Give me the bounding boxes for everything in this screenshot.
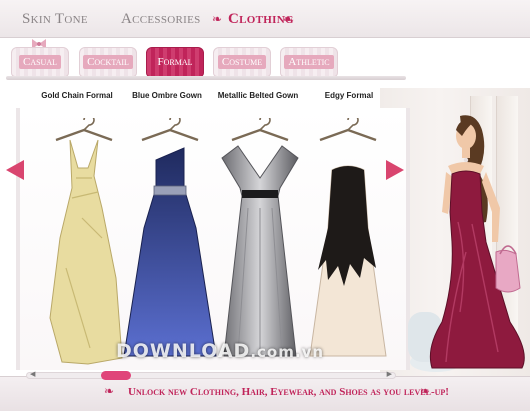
prev-arrow-icon[interactable]	[6, 160, 24, 180]
watermark-suffix: .com.vn	[250, 343, 325, 361]
watermark-text: DOWNLOAD	[116, 340, 251, 362]
dress-blue-ombre-gown[interactable]	[118, 118, 222, 368]
category-athletic-button[interactable]: Athletic	[280, 47, 338, 77]
flourish-left-icon: ❧	[212, 12, 223, 26]
dress-gold-chain-formal[interactable]	[42, 118, 126, 368]
tab-accessories[interactable]: Accessories	[121, 11, 201, 28]
shelf	[6, 76, 406, 80]
category-formal-button[interactable]: Formal	[146, 47, 204, 77]
category-label: Costume	[217, 55, 267, 69]
category-label: Cocktail	[83, 55, 133, 69]
flourish-right-icon: ❧	[283, 12, 294, 26]
avatar-model	[408, 115, 525, 372]
flourish-right-icon: ❧	[420, 384, 431, 398]
horizontal-scrollbar[interactable]: ◀ ▶	[26, 370, 396, 380]
scroll-left-icon[interactable]: ◀	[30, 370, 35, 378]
category-costume-button[interactable]: Costume	[213, 47, 271, 77]
category-casual-button[interactable]: Casual	[11, 47, 69, 77]
dress-metallic-belted-gown[interactable]	[208, 118, 312, 368]
category-label: Casual	[18, 55, 61, 69]
category-label: Athletic	[284, 55, 334, 69]
scroll-thumb[interactable]	[101, 371, 131, 380]
dress-edgy-formal[interactable]	[302, 118, 394, 368]
category-label: Formal	[157, 56, 193, 68]
category-cocktail-button[interactable]: Cocktail	[79, 47, 137, 77]
flourish-left-icon: ❧	[104, 384, 115, 398]
tab-skin-tone[interactable]: Skin Tone	[22, 11, 88, 28]
scroll-right-icon[interactable]: ▶	[387, 370, 392, 378]
top-nav-bar: Skin Tone Accessories ❧ Clothing ❧	[0, 0, 530, 38]
level-up-message: Unlock new Clothing, Hair, Eyewear, and …	[128, 386, 449, 398]
watermark: DOWNLOAD.com.vn	[116, 340, 324, 362]
